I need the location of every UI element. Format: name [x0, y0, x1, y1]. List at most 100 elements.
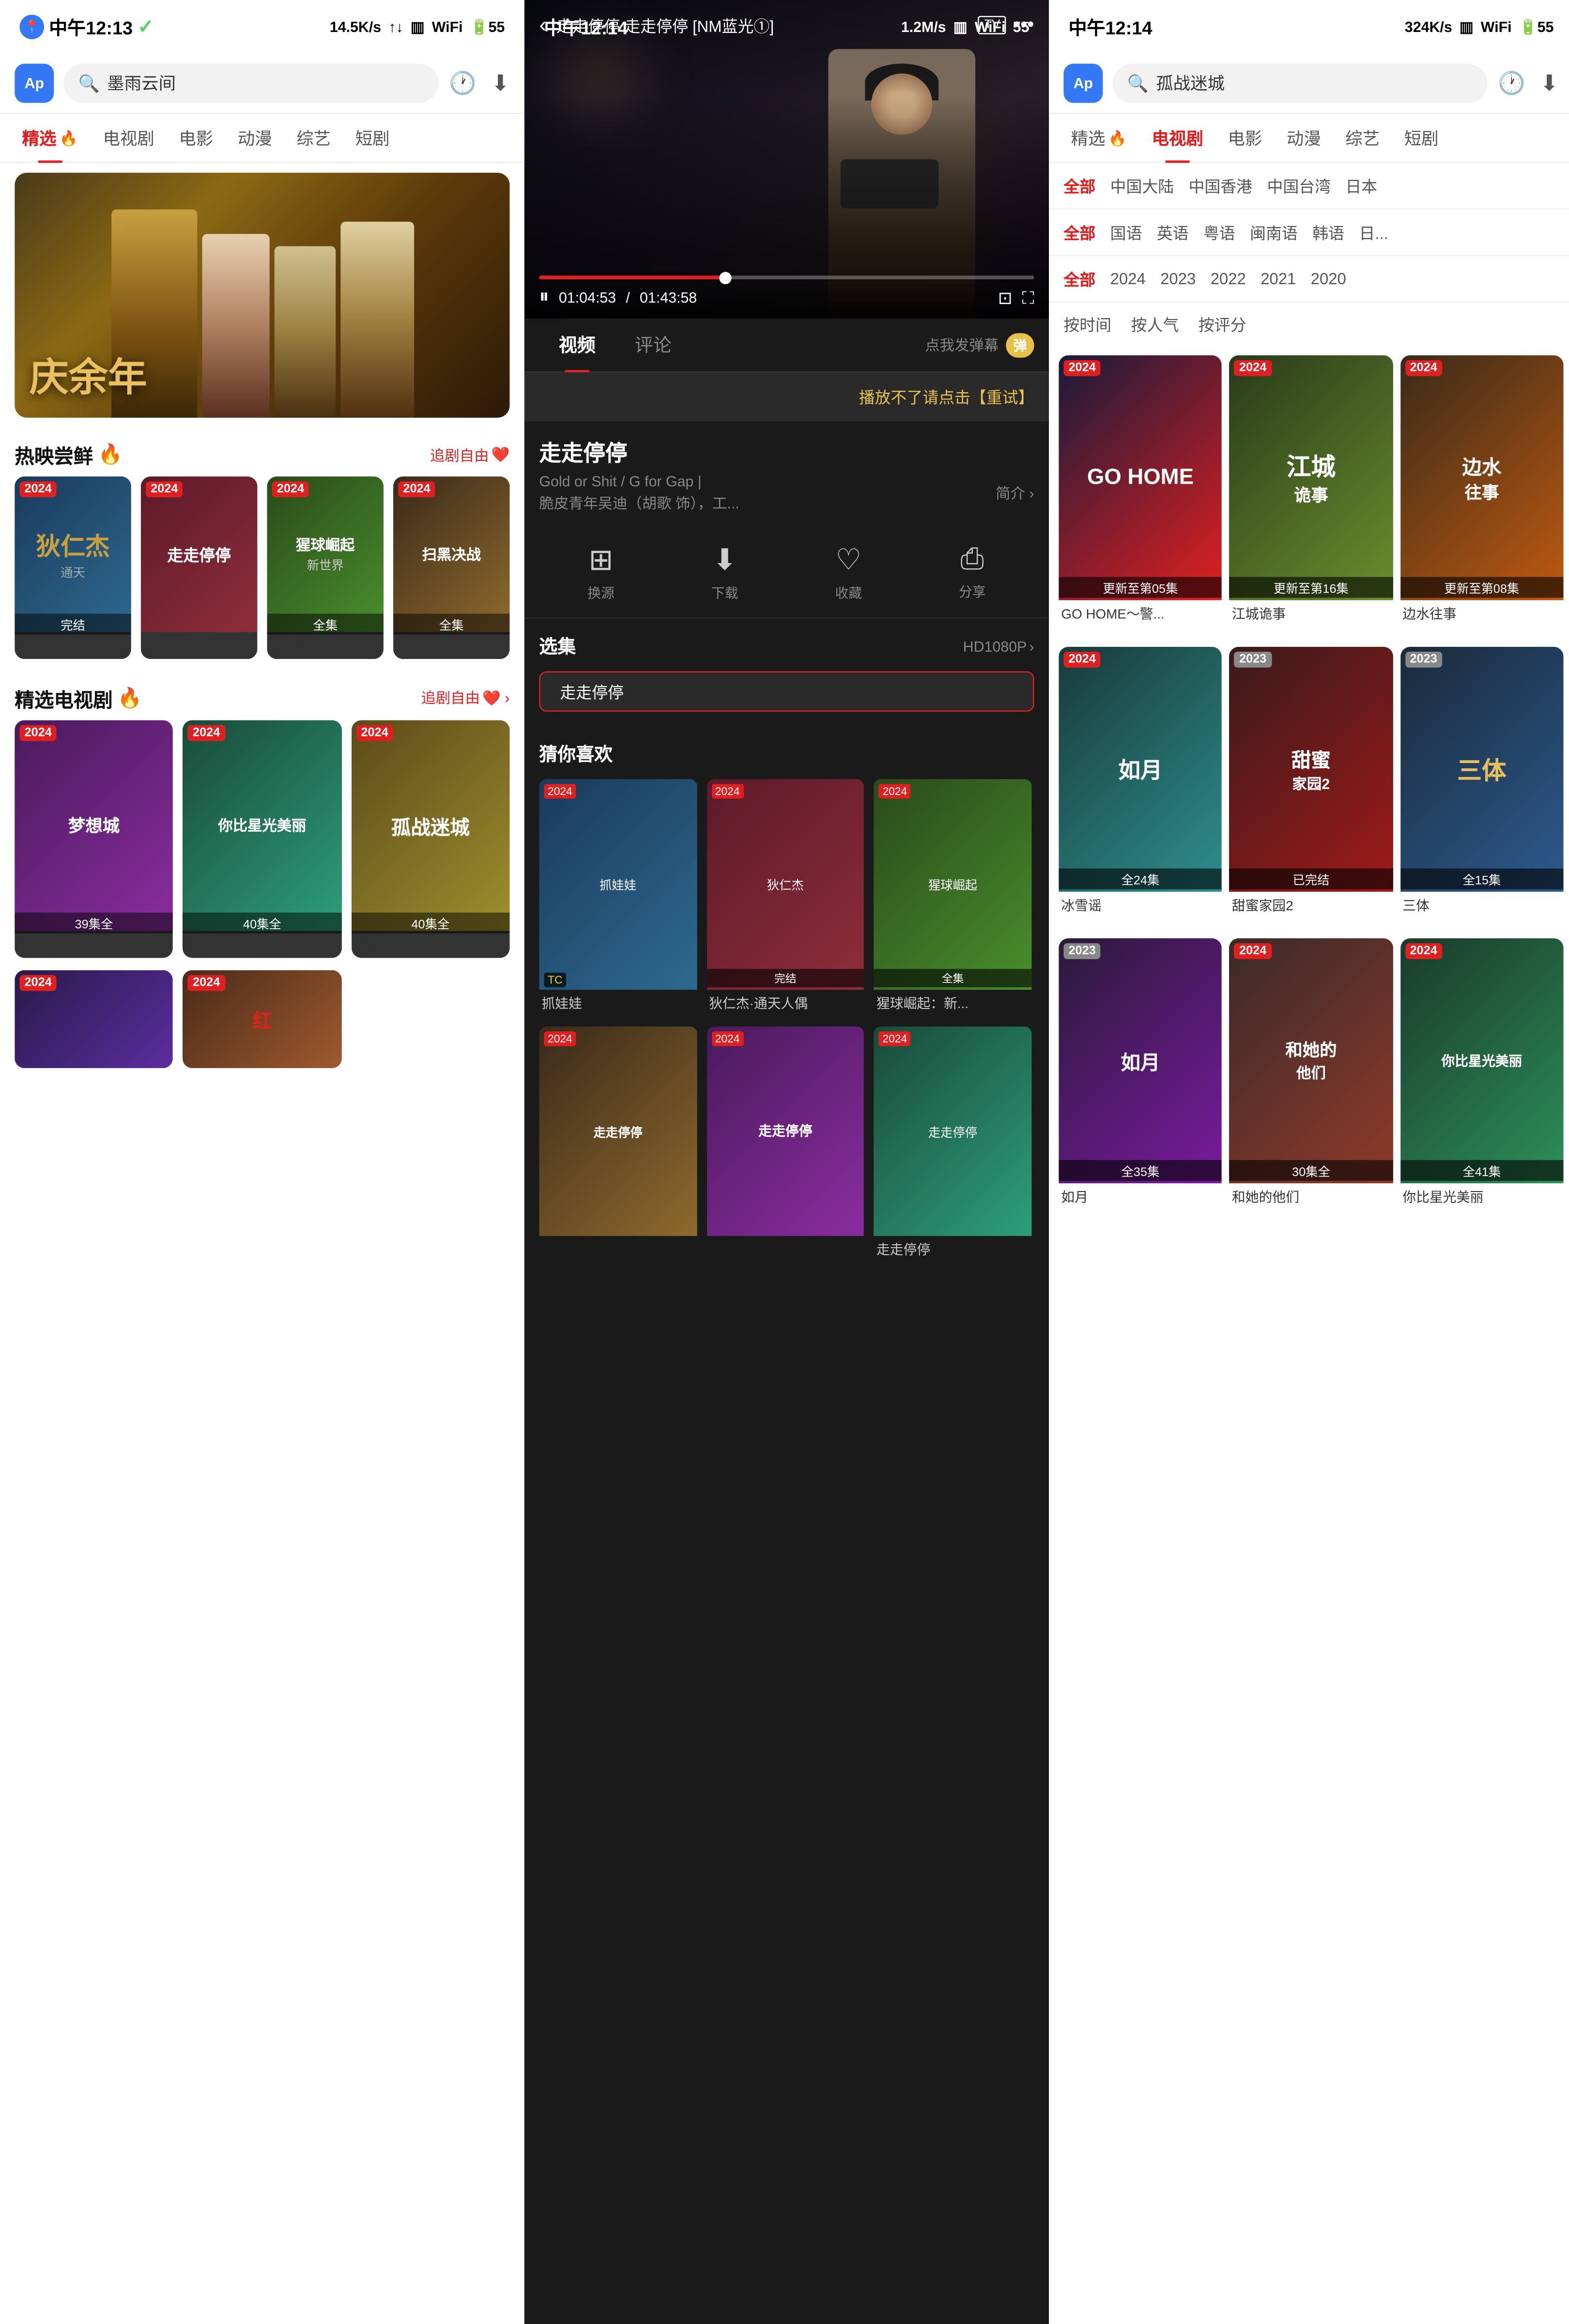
filter-year-2020[interactable]: 2020 [1310, 266, 1346, 291]
sort-time[interactable]: 按时间 [1063, 312, 1111, 336]
rec-card-3[interactable]: 猩球崛起 2024 全集 猩球崛起：新... [874, 779, 1031, 1016]
grid-row-1: GO HOME 2024 更新至第05集 GO HOME～警... 江城 诡事 … [1059, 355, 1563, 627]
tab-tv-3[interactable]: 电视剧 [1139, 113, 1215, 162]
sort-popularity[interactable]: 按人气 [1131, 312, 1179, 336]
filter-lang-korean[interactable]: 韩语 [1312, 217, 1344, 247]
tab-anime-1[interactable]: 动漫 [226, 113, 284, 162]
history-icon-1[interactable]: 🕐 [449, 70, 477, 96]
tab-movie-3[interactable]: 电影 [1215, 113, 1274, 162]
filter-region-tw[interactable]: 中国台湾 [1267, 170, 1331, 201]
recommend-title: 猜你喜欢 [539, 741, 1034, 767]
tv-card-3[interactable]: 孤战迷城 2024 40集全 孤战迷城 [351, 720, 509, 958]
filter-lang-english[interactable]: 英语 [1156, 217, 1188, 247]
retry-banner[interactable]: 播放不了请点击【重试】 [524, 372, 1049, 421]
tab-comment[interactable]: 评论 [615, 318, 691, 372]
checkmark-icon: ✓ [138, 15, 154, 39]
speed-2: 1.2M/s [901, 18, 946, 35]
status-time-2: 中午12:14 [544, 14, 628, 40]
search-input-3[interactable]: 🔍 孤战迷城 [1112, 64, 1488, 103]
filter-year-2021[interactable]: 2021 [1261, 266, 1296, 291]
grid-card-2[interactable]: 江城 诡事 2024 更新至第16集 江城诡事 [1229, 355, 1392, 627]
tab-short-1[interactable]: 短剧 [343, 113, 401, 162]
filter-lang-all[interactable]: 全部 [1063, 217, 1095, 247]
hot-card-2[interactable]: 走走停停 2024 走走停停 [141, 476, 257, 658]
tab-featured-1[interactable]: 精选🔥 [10, 113, 91, 162]
heart-icon: ♡ [835, 543, 861, 578]
tv-card-1[interactable]: 梦想城 2024 39集全 梦想城 [15, 720, 173, 958]
hot-card-1[interactable]: 狄仁杰 通天 2024 完结 狄仁杰·通天... [15, 476, 131, 658]
download-icon-3[interactable]: ⬇ [1540, 70, 1558, 96]
rec-card-4[interactable]: 走走停停 2024 [539, 1026, 696, 1263]
filter-region-hk[interactable]: 中国香港 [1188, 170, 1252, 201]
action-switch-source[interactable]: ⊞ 换源 [587, 543, 615, 603]
filter-year-2023[interactable]: 2023 [1160, 266, 1196, 291]
hot-card-4[interactable]: 扫黑决战 2024 全集 扫黑·决... [393, 476, 509, 658]
action-share[interactable]: ⎙ 分享 [959, 543, 986, 603]
filter-lang-cantonese[interactable]: 粤语 [1203, 217, 1235, 247]
progress-bar[interactable] [539, 275, 1034, 279]
search-input-1[interactable]: 🔍 墨雨云间 [64, 64, 439, 103]
action-favorite[interactable]: ♡ 收藏 [835, 543, 862, 603]
tab-anime-3[interactable]: 动漫 [1274, 113, 1333, 162]
filter-lang-mandarin[interactable]: 国语 [1110, 217, 1142, 247]
recommend-grid: 抓娃娃 2024 TC 抓娃娃 狄仁杰 2024 完结 狄仁杰·通天人偶 猩球崛… [539, 779, 1034, 1016]
filter-year-2024[interactable]: 2024 [1110, 266, 1145, 291]
filter-year-2022[interactable]: 2022 [1210, 266, 1246, 291]
rec-card-5[interactable]: 走走停停 2024 [707, 1026, 864, 1263]
grid-card-1[interactable]: GO HOME 2024 更新至第05集 GO HOME～警... [1059, 355, 1222, 627]
intro-button[interactable]: 简介 › [996, 483, 1034, 504]
filter-region-mainland[interactable]: 中国大陆 [1110, 170, 1174, 201]
grid-card-9[interactable]: 你比星光美丽 2024 全41集 你比星光美丽 [1400, 938, 1563, 1210]
filter-year-all[interactable]: 全部 [1063, 263, 1095, 294]
grid-card-5[interactable]: 甜蜜 家园2 2023 已完结 甜蜜家园2 [1229, 647, 1392, 919]
progress-fill [539, 275, 727, 279]
grid-card-8[interactable]: 和她的 他们 2024 30集全 和她的他们 [1229, 938, 1392, 1210]
recommend-section: 猜你喜欢 抓娃娃 2024 TC 抓娃娃 狄仁杰 2024 完结 狄仁杰·通天人… [524, 726, 1049, 1278]
history-icon-3[interactable]: 🕐 [1498, 70, 1525, 96]
filter-lang-hokkien[interactable]: 闽南语 [1250, 217, 1298, 247]
bottom-card-2[interactable]: 红 2024 [183, 970, 341, 1068]
pause-button[interactable]: ⏸ [539, 287, 549, 309]
danmu-button[interactable]: 点我发弹幕 弹 [925, 333, 1034, 357]
tab-tv-1[interactable]: 电视剧 [91, 113, 167, 162]
filter-section: 全部 中国大陆 中国香港 中国台湾 日本 全部 国语 英语 粤语 闽南语 韩语 … [1049, 163, 1569, 345]
tab-movie-1[interactable]: 电影 [167, 113, 225, 162]
grid-card-3[interactable]: 边水 往事 2024 更新至第08集 边水往事 [1400, 355, 1563, 627]
filter-region-jp[interactable]: 日本 [1345, 170, 1377, 201]
status-bar-3: 中午12:14 324K/s ▥ WiFi 🔋55 [1049, 0, 1569, 54]
rec-card-1[interactable]: 抓娃娃 2024 TC 抓娃娃 [539, 779, 696, 1016]
tv-link[interactable]: 追剧自由 ❤️ › [421, 688, 510, 708]
share-icon: ⎙ [960, 543, 984, 577]
fullscreen-button[interactable]: ⛶ [1022, 287, 1034, 308]
tv-card-2[interactable]: 你比星光美丽 2024 40集全 你比星光美丽 [183, 720, 341, 958]
grid-card-7[interactable]: 如月 2023 全35集 如月 [1059, 938, 1222, 1210]
tab-video[interactable]: 视频 [539, 318, 615, 372]
sort-row: 按时间 按人气 按评分 [1049, 303, 1569, 346]
tab-variety-1[interactable]: 综艺 [284, 113, 343, 162]
grid-card-4[interactable]: 如月 2024 全24集 冰雪谣 [1059, 647, 1222, 919]
hero-content: 庆余年 [15, 173, 509, 418]
rec-card-2[interactable]: 狄仁杰 2024 完结 狄仁杰·通天人偶 [707, 779, 864, 1016]
quality-selector[interactable]: HD1080P › [963, 638, 1034, 655]
hot-link[interactable]: 追剧自由 ❤️ [430, 444, 509, 465]
nav-tabs-3: 精选🔥 电视剧 电影 动漫 综艺 短剧 [1049, 114, 1569, 163]
hot-card-3[interactable]: 猩球崛起 新世界 2024 全集 猩球崛起：... [267, 476, 384, 658]
download-icon-1[interactable]: ⬇ [491, 70, 509, 96]
tab-variety-3[interactable]: 综艺 [1333, 113, 1392, 162]
danmu-badge: 弹 [1006, 333, 1034, 357]
tab-short-3[interactable]: 短剧 [1392, 113, 1450, 162]
episode-chip[interactable]: 走走停停 [539, 671, 1034, 711]
filter-region-all[interactable]: 全部 [1063, 170, 1095, 201]
grid-card-6[interactable]: 三体 2023 全15集 三体 [1400, 647, 1563, 919]
action-download[interactable]: ⬇ 下载 [711, 543, 738, 603]
bottom-card-1[interactable]: 2024 [15, 970, 173, 1068]
search-actions-1: 🕐 ⬇ [449, 70, 509, 96]
video-desc-short: Gold or Shit / G for Gap | [539, 473, 739, 490]
pip-button[interactable]: ⊡ [998, 287, 1013, 308]
rec-card-6[interactable]: 走走停停 2024 走走停停 [874, 1026, 1031, 1263]
filter-lang-more[interactable]: 日... [1359, 217, 1388, 247]
sort-rating[interactable]: 按评分 [1198, 312, 1246, 336]
hero-banner-1[interactable]: 庆余年 [15, 173, 509, 418]
signal-icon-3: ▥ [1460, 18, 1474, 35]
tab-featured-3[interactable]: 精选🔥 [1059, 113, 1139, 162]
